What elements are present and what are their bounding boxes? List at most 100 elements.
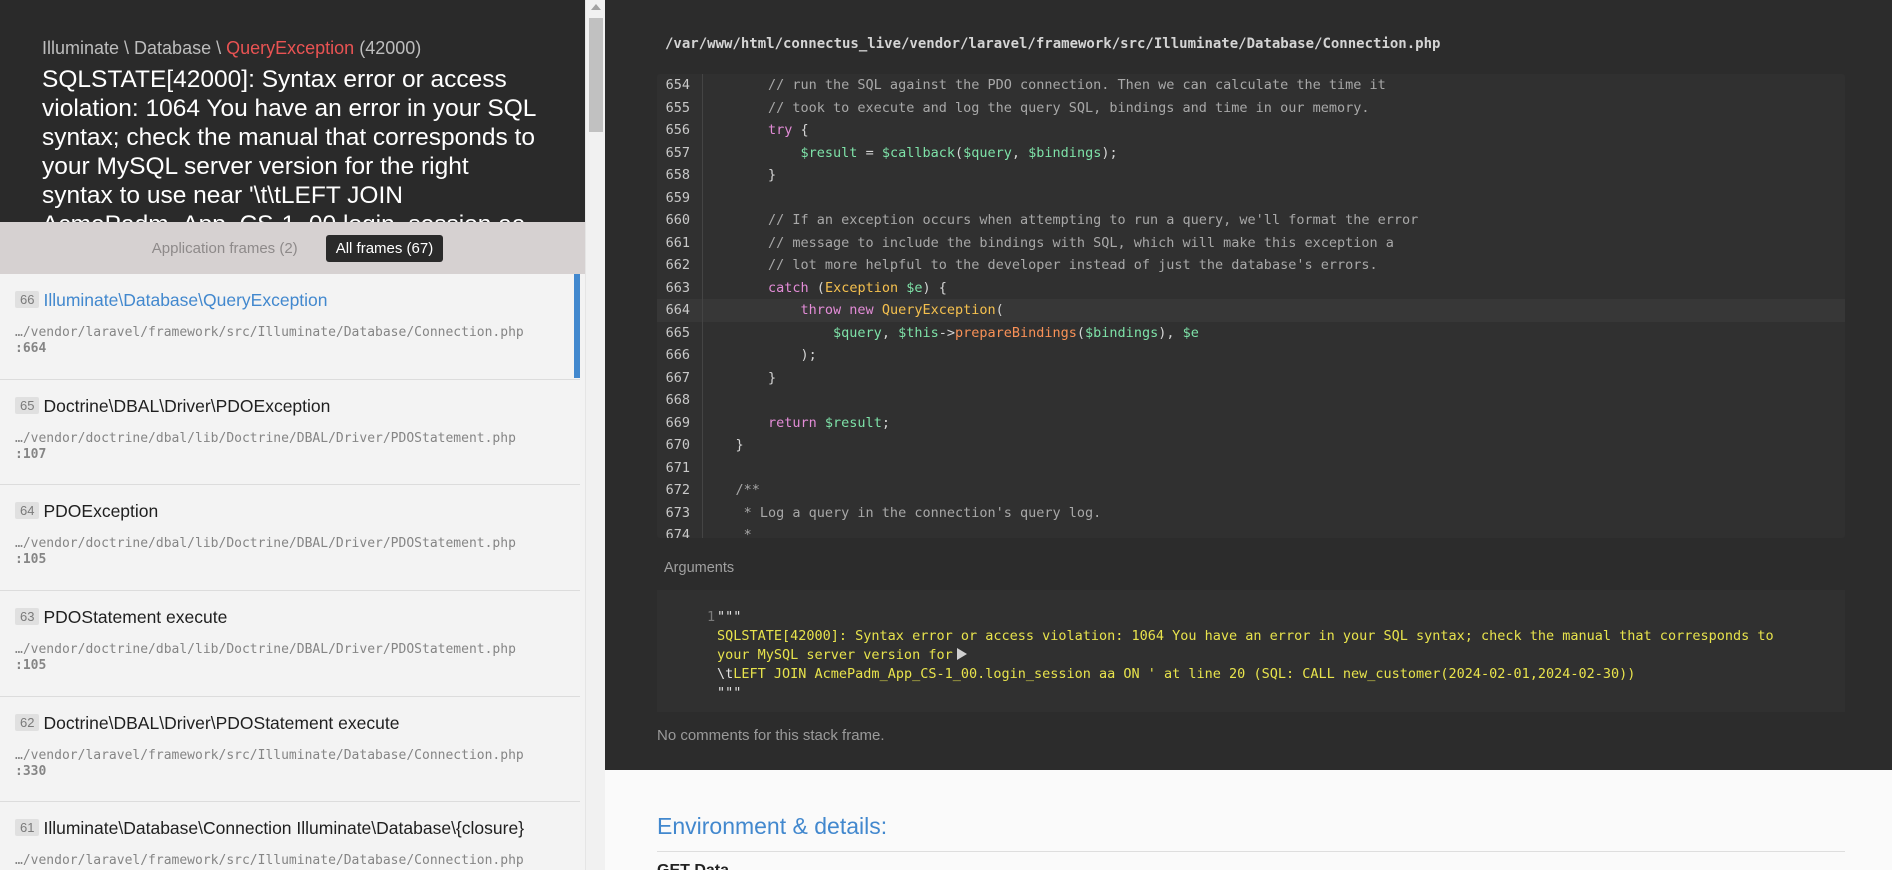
code-token: $bindings [1028, 144, 1102, 161]
frame-file: …/vendor/doctrine/dbal/lib/Doctrine/DBAL… [15, 430, 516, 446]
code-token: ( [954, 144, 964, 161]
exception-path: Illuminate \ Database \ QueryException (… [42, 38, 543, 59]
stack-frame[interactable]: 65 Doctrine\DBAL\Driver\PDOException …/ven… [0, 379, 580, 486]
line-number: 654 [657, 74, 703, 97]
frame-class: Doctrine\DBAL\Driver\PDOStatement execut… [43, 712, 400, 733]
code-text: // run the SQL against the PDO connectio… [703, 74, 1386, 97]
code-token: $e [906, 279, 923, 296]
line-number: 660 [657, 209, 703, 232]
code-text: } [703, 434, 744, 457]
scroll-up-arrow-icon[interactable] [591, 4, 601, 10]
frame-number: 65 [15, 396, 40, 414]
code-token: } [703, 167, 777, 183]
code-token: $query [963, 144, 1012, 161]
code-line: 654 // run the SQL against the PDO conne… [657, 74, 1845, 97]
code-token: // message to include the bindings with … [703, 234, 1394, 251]
exception-message: SQLSTATE[42000]: Syntax error or access … [42, 66, 536, 222]
argument-index: 1 [707, 609, 716, 625]
environment-subtitle: GET Data [657, 862, 729, 870]
code-token: ), [1158, 324, 1183, 341]
code-token: ( [995, 302, 1004, 318]
code-token: $result [824, 414, 882, 431]
code-line: 662 // lot more helpful to the developer… [657, 254, 1845, 277]
code-token: ); [1101, 144, 1118, 161]
code-token: ( [816, 279, 825, 296]
application-frames-tab[interactable]: Application frames (2) [142, 235, 308, 262]
line-number: 663 [657, 276, 703, 299]
frame-file: …/vendor/laravel/framework/src/Illuminat… [15, 325, 524, 340]
stack-panel: Illuminate \ Database \ QueryException (… [0, 0, 585, 870]
code-text: try { [703, 119, 809, 142]
line-number: 657 [657, 141, 703, 164]
line-number: 673 [657, 501, 703, 524]
argument-line-2: your MySQL server version for [717, 647, 953, 663]
frame-detail-panel: /var/www/html/connectus_live/vendor/lara… [605, 0, 1892, 870]
code-token: * [703, 527, 752, 538]
line-number: 658 [657, 164, 703, 187]
arguments-block: 1 """ SQLSTATE[42000]: Syntax error or a… [657, 590, 1845, 712]
code-token: Exception [824, 279, 907, 296]
line-number: 666 [657, 344, 703, 367]
frame-class: Illuminate\Database\Connection Illuminat… [43, 818, 525, 839]
code-text: // took to execute and log the query SQL… [703, 97, 1369, 120]
code-line: 670 } [657, 434, 1845, 457]
exception-header: Illuminate \ Database \ QueryException (… [0, 0, 585, 222]
code-token: ); [703, 347, 817, 363]
stack-frame[interactable]: 62 Doctrine\DBAL\Driver\PDOStatement exec… [0, 696, 580, 803]
code-token: * Log a query in the connection's query … [703, 504, 1102, 521]
code-token: = [865, 144, 882, 161]
code-text: throw new QueryException( [703, 299, 1004, 322]
frame-line: :664 [15, 341, 47, 356]
code-text: /** [703, 479, 760, 502]
frame-file: …/vendor/laravel/framework/src/Illuminat… [15, 853, 524, 869]
line-number: 669 [657, 411, 703, 434]
stack-frame[interactable]: 61 Illuminate\Database\Connection Illumin… [0, 802, 580, 870]
code-line: 671 [657, 456, 1845, 479]
code-text: return $result; [703, 412, 890, 435]
code-token: } [703, 369, 777, 386]
line-number: 672 [657, 479, 703, 502]
code-line: 669 return $result; [657, 411, 1845, 435]
code-token: ; [881, 414, 890, 431]
code-line: 668 [657, 389, 1845, 412]
code-token: /** [703, 482, 760, 498]
argument-open-quote: """ [717, 609, 742, 625]
code-line: 657 $result = $callback($query, $binding… [657, 141, 1845, 164]
code-token: // took to execute and log the query SQL… [703, 99, 1370, 116]
frame-class: Illuminate\Database\QueryException [43, 290, 328, 310]
frame-filter: Application frames (2) All frames (67) [0, 222, 585, 274]
all-frames-tab[interactable]: All frames (67) [325, 234, 444, 262]
frame-number: 64 [15, 502, 40, 520]
line-number: 674 [657, 524, 703, 538]
code-line: 656 try { [657, 119, 1845, 142]
argument-line-1: SQLSTATE[42000]: Syntax error or access … [717, 628, 1774, 644]
scrollbar[interactable] [585, 0, 605, 870]
code-line: 655 // took to execute and log the query… [657, 96, 1845, 120]
code-snippet: 654 // run the SQL against the PDO conne… [657, 74, 1845, 538]
line-number: 671 [657, 456, 703, 479]
code-line: 661 // message to include the bindings w… [657, 231, 1845, 254]
line-number: 667 [657, 366, 703, 389]
expand-triangle-icon[interactable] [956, 648, 967, 660]
code-line: 672 /** [657, 479, 1845, 502]
code-line: 674 * [657, 524, 1845, 538]
frame-number: 63 [15, 608, 40, 626]
code-line: 660 // If an exception occurs when attem… [657, 209, 1845, 232]
stack-frame[interactable]: 66 Illuminate\Database\QueryException …/ve… [0, 274, 580, 380]
code-file-path: /var/www/html/connectus_live/vendor/lara… [665, 36, 1441, 52]
code-token: QueryException [881, 302, 996, 318]
code-token: $bindings [1085, 324, 1159, 341]
code-line: 666 ); [657, 344, 1845, 367]
frame-class: Doctrine\DBAL\Driver\PDOException [43, 395, 331, 416]
code-line: 665 $query, $this->prepareBindings($bind… [657, 321, 1845, 344]
code-token: ( [1076, 324, 1086, 341]
code-token: { [800, 122, 809, 138]
frame-line: :105 [15, 552, 47, 568]
stack-frame[interactable]: 64 PDOException …/vendor/doctrine/dbal/lib… [0, 485, 580, 592]
code-token: $callback [881, 144, 955, 161]
code-token: $result [703, 144, 866, 161]
code-text: // lot more helpful to the developer ins… [703, 254, 1378, 277]
stack-frame[interactable]: 63 PDOStatement execute …/vendor/doctrine/… [0, 591, 580, 697]
scrollbar-thumb[interactable] [589, 18, 603, 132]
frame-line: :330 [15, 763, 47, 779]
